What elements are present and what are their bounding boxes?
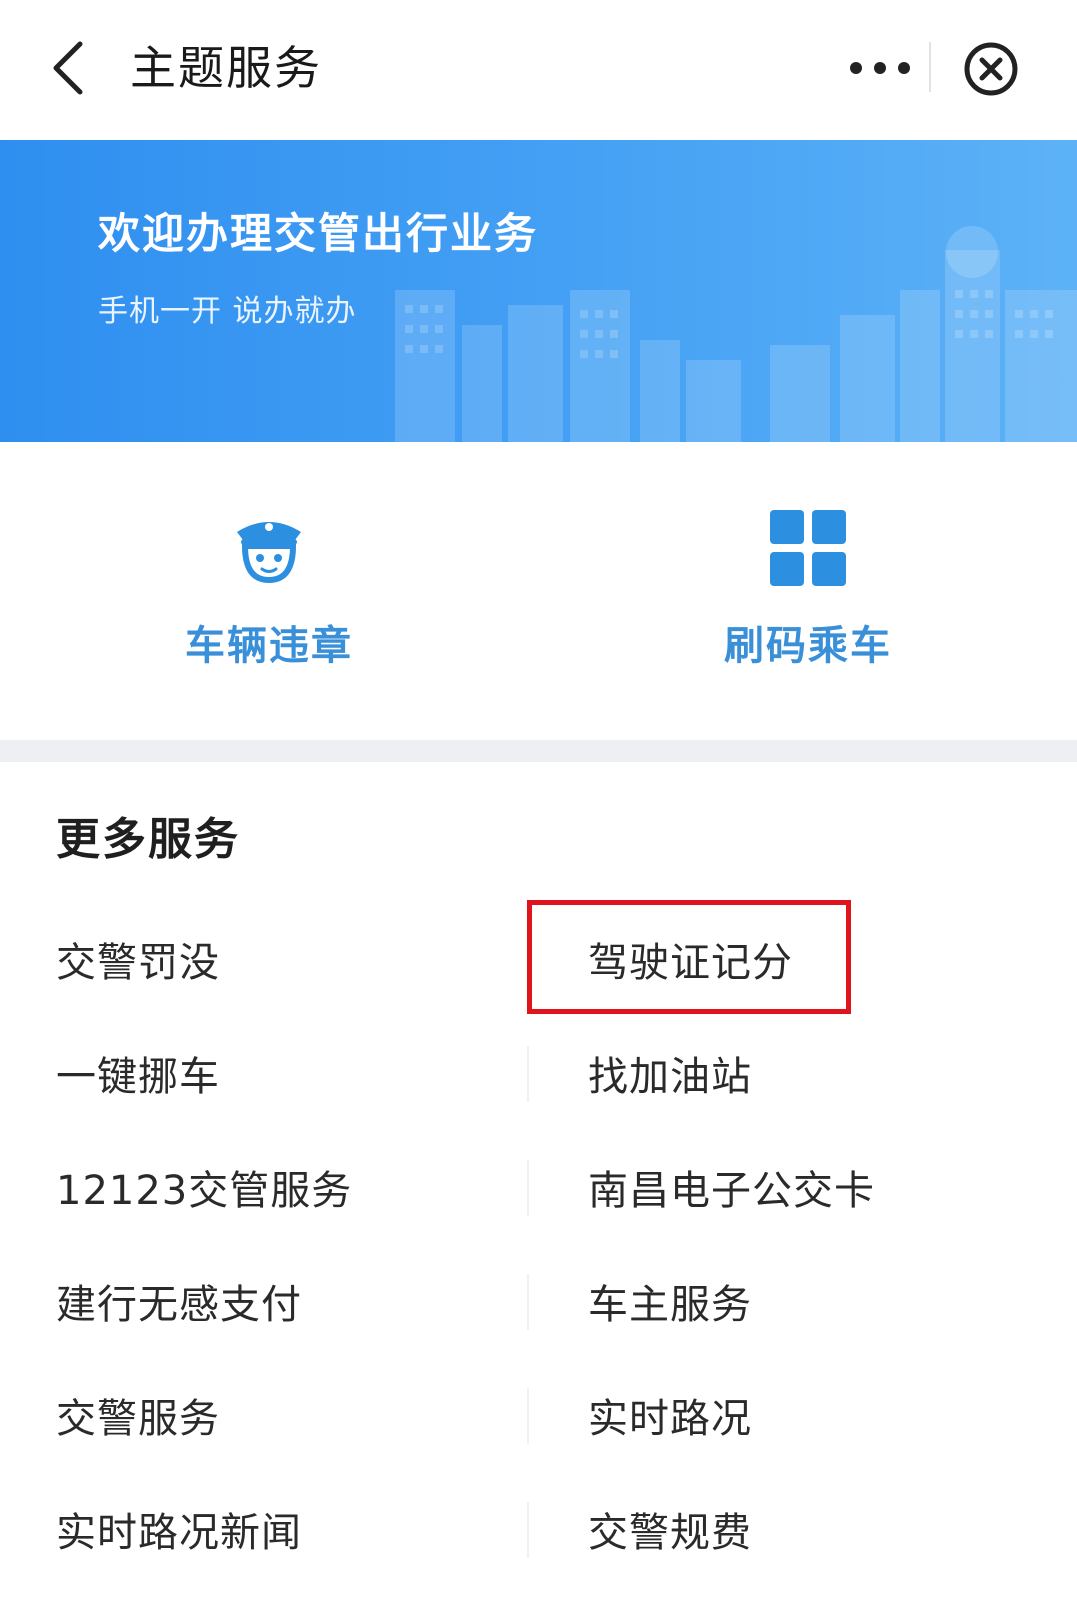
services-row: 一键挪车 找加油站 — [0, 1016, 1077, 1130]
more-services-section: 更多服务 交警罚没 驾驶证记分 一键挪车 找加油站 12123交管服务 南昌电子… — [0, 762, 1077, 1622]
banner-title: 欢迎办理交管出行业务 — [98, 209, 539, 258]
close-button[interactable] — [962, 40, 1020, 98]
service-item[interactable]: 交警服务 — [56, 1358, 516, 1472]
quick-entry-label: 车辆违章 — [185, 623, 353, 669]
banner-subtitle: 手机一开 说办就办 — [98, 294, 357, 329]
section-title: 更多服务 — [56, 814, 240, 865]
service-item[interactable]: 找加油站 — [588, 1016, 1028, 1130]
quick-entry-scan-to-ride[interactable]: 刷码乘车 — [539, 442, 1077, 740]
section-separator — [0, 740, 1077, 762]
chevron-left-icon — [53, 41, 83, 95]
more-button[interactable] — [840, 42, 920, 94]
column-divider — [527, 1388, 529, 1444]
column-divider — [527, 1160, 529, 1216]
service-item[interactable]: 南昌电子公交卡 — [588, 1130, 1028, 1244]
service-item[interactable]: 实时路况 — [588, 1358, 1028, 1472]
welcome-banner: 欢迎办理交管出行业务 手机一开 说办就办 — [0, 140, 1077, 442]
page-title: 主题服务 — [130, 41, 322, 95]
column-divider — [527, 1274, 529, 1330]
quick-entry-panel: 车辆违章 刷码乘车 — [0, 442, 1077, 740]
service-item-driving-license-points[interactable]: 驾驶证记分 — [588, 902, 1028, 1016]
back-button[interactable] — [38, 38, 98, 98]
column-divider — [527, 1502, 529, 1558]
services-row: 建行无感支付 车主服务 — [0, 1244, 1077, 1358]
services-row: 12123交管服务 南昌电子公交卡 — [0, 1130, 1077, 1244]
service-item[interactable]: 建行无感支付 — [56, 1244, 516, 1358]
header-divider — [929, 42, 931, 92]
service-item[interactable]: 12123交管服务 — [56, 1130, 516, 1244]
service-item[interactable]: 一键挪车 — [56, 1016, 516, 1130]
service-item[interactable]: 交警规费 — [588, 1472, 1028, 1586]
page: 主题服务 欢迎办理交管出行业务 手机一开 说办就办 车辆违章 刷码乘车 更多服务… — [0, 0, 1077, 1622]
police-officer-icon — [237, 522, 301, 584]
top-bar: 主题服务 — [0, 0, 1077, 140]
service-item[interactable]: 车主服务 — [588, 1244, 1028, 1358]
quick-entry-label: 刷码乘车 — [724, 623, 892, 669]
services-grid: 交警罚没 驾驶证记分 一键挪车 找加油站 12123交管服务 南昌电子公交卡 建… — [0, 902, 1077, 1586]
services-row: 交警罚没 驾驶证记分 — [0, 902, 1077, 1016]
close-circle-icon — [964, 42, 1018, 96]
grid-squares-icon — [770, 510, 846, 586]
services-row: 实时路况新闻 交警规费 — [0, 1472, 1077, 1586]
service-item[interactable]: 实时路况新闻 — [56, 1472, 516, 1586]
services-row: 交警服务 实时路况 — [0, 1358, 1077, 1472]
more-dots-icon — [850, 62, 910, 74]
quick-entry-vehicle-violation[interactable]: 车辆违章 — [0, 442, 538, 740]
service-item[interactable]: 交警罚没 — [56, 902, 516, 1016]
column-divider — [527, 1046, 529, 1102]
